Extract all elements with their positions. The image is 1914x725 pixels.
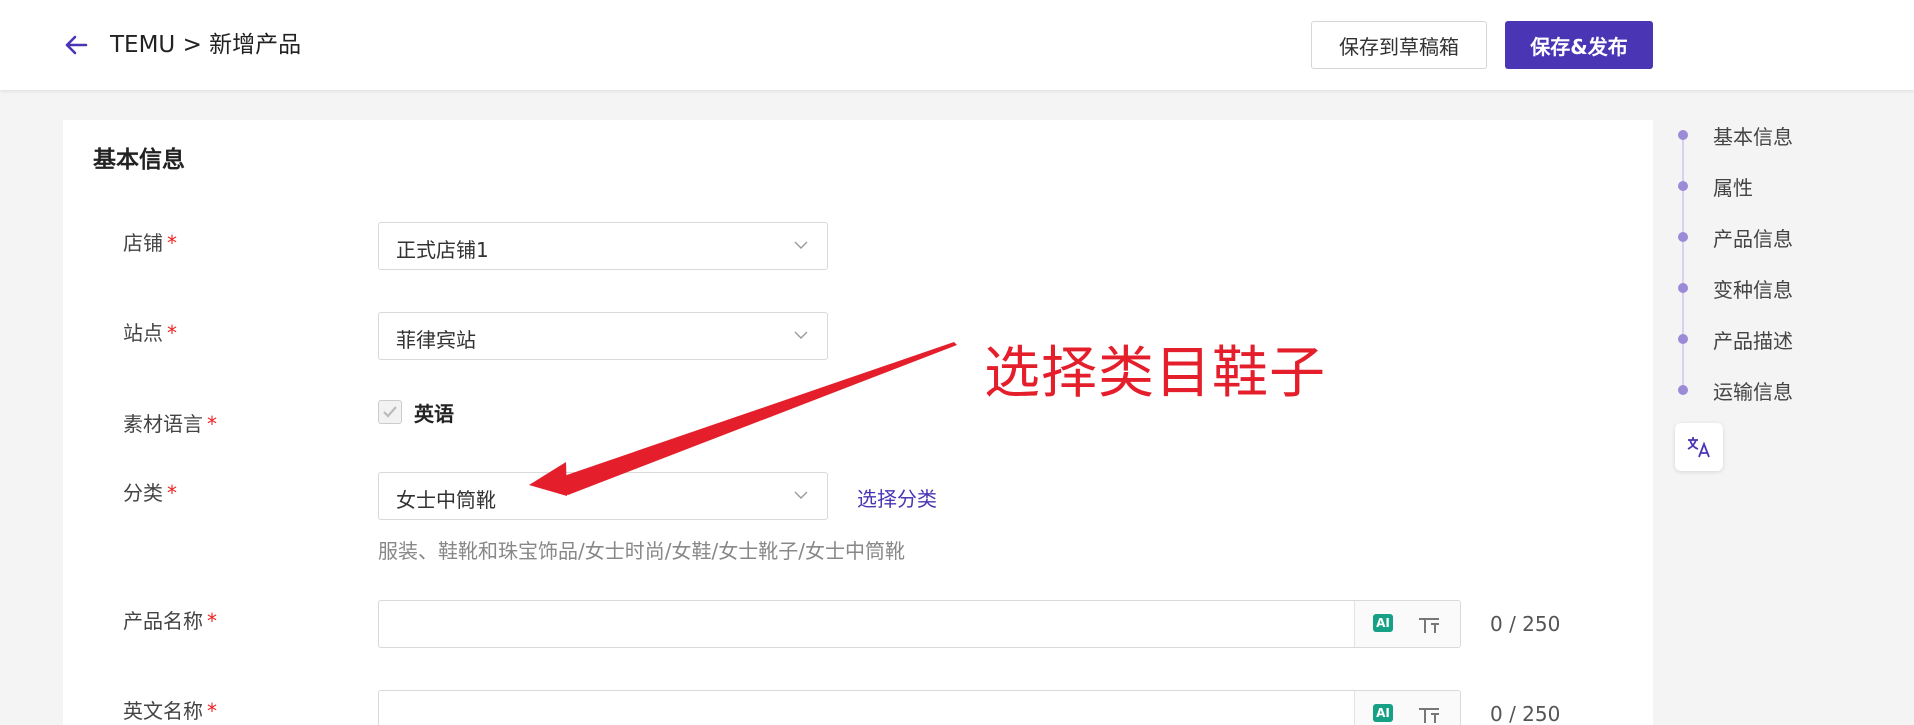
nav-item-description[interactable]: 产品描述 — [1678, 324, 1793, 354]
product-name-label: 产品名称 * — [123, 605, 217, 634]
nav-item-label: 属性 — [1713, 175, 1753, 200]
store-select-value: 正式店铺1 — [396, 238, 489, 262]
input-addon: AI — [1354, 601, 1460, 647]
site-select-value: 菲律宾站 — [396, 328, 476, 352]
nav-dot — [1678, 283, 1688, 293]
nav-item-basic-info[interactable]: 基本信息 — [1678, 120, 1793, 150]
arrow-left-icon — [65, 35, 88, 55]
input-addon: AI — [1354, 691, 1460, 725]
translate-icon — [1687, 437, 1710, 458]
translate-button[interactable] — [1675, 423, 1723, 471]
category-label: 分类 * — [123, 477, 177, 506]
nav-item-attributes[interactable]: 属性 — [1678, 171, 1753, 201]
required-mark: * — [207, 699, 217, 723]
material-language-label-text: 素材语言 — [123, 412, 203, 436]
select-category-link[interactable]: 选择分类 — [857, 483, 937, 512]
save-draft-button[interactable]: 保存到草稿箱 — [1311, 21, 1487, 69]
breadcrumb: TEMU > 新增产品 — [110, 32, 302, 58]
nav-item-label: 基本信息 — [1713, 124, 1793, 149]
ai-icon[interactable]: AI — [1373, 614, 1393, 632]
english-name-label: 英文名称 * — [123, 695, 217, 724]
site-label: 站点 * — [123, 317, 177, 346]
nav-dot — [1678, 232, 1688, 242]
nav-item-variant-info[interactable]: 变种信息 — [1678, 273, 1793, 303]
category-select[interactable]: 女士中筒靴 — [378, 472, 828, 520]
english-checkbox[interactable] — [378, 400, 402, 424]
font-size-icon[interactable] — [1417, 703, 1441, 725]
nav-item-shipping[interactable]: 运输信息 — [1678, 375, 1793, 405]
chevron-down-icon — [794, 241, 808, 249]
nav-dot — [1678, 334, 1688, 344]
english-name-label-text: 英文名称 — [123, 699, 203, 723]
nav-item-label: 产品描述 — [1713, 328, 1793, 353]
required-mark: * — [207, 412, 217, 436]
basic-info-card: 基本信息 店铺 * 正式店铺1 站点 * 菲律宾站 素材语言 * 英语 分类 * 女士中… — [63, 120, 1653, 725]
font-size-icon[interactable] — [1417, 613, 1441, 635]
required-mark: * — [167, 481, 177, 505]
top-header: TEMU > 新增产品 保存到草稿箱 保存&发布 — [0, 0, 1914, 90]
checkmark-icon — [383, 406, 397, 418]
english-checkbox-label: 英语 — [414, 402, 454, 426]
nav-item-label: 产品信息 — [1713, 226, 1793, 251]
nav-item-label: 运输信息 — [1713, 379, 1793, 404]
store-select[interactable]: 正式店铺1 — [378, 222, 828, 270]
required-mark: * — [207, 609, 217, 633]
english-name-input[interactable]: AI — [378, 690, 1461, 725]
product-name-label-text: 产品名称 — [123, 609, 203, 633]
store-label-text: 店铺 — [123, 231, 163, 255]
section-title: 基本信息 — [93, 147, 185, 173]
nav-item-product-info[interactable]: 产品信息 — [1678, 222, 1793, 252]
site-select[interactable]: 菲律宾站 — [378, 312, 828, 360]
nav-dot — [1678, 181, 1688, 191]
required-mark: * — [167, 231, 177, 255]
back-button[interactable] — [60, 30, 92, 60]
store-label: 店铺 * — [123, 227, 177, 256]
nav-item-label: 变种信息 — [1713, 277, 1793, 302]
nav-dot — [1678, 130, 1688, 140]
product-name-input[interactable]: AI — [378, 600, 1461, 648]
chevron-down-icon — [794, 331, 808, 339]
nav-dot — [1678, 385, 1688, 395]
required-mark: * — [167, 321, 177, 345]
material-language-label: 素材语言 * — [123, 408, 217, 437]
product-name-counter: 0 / 250 — [1490, 612, 1561, 636]
chevron-down-icon — [794, 491, 808, 499]
category-select-value: 女士中筒靴 — [396, 488, 496, 512]
annotation-text: 选择类目鞋子 — [984, 341, 1326, 406]
category-path: 服装、鞋靴和珠宝饰品/女士时尚/女鞋/女士靴子/女士中筒靴 — [378, 539, 905, 563]
ai-icon[interactable]: AI — [1373, 704, 1393, 722]
save-publish-button[interactable]: 保存&发布 — [1505, 21, 1653, 69]
site-label-text: 站点 — [123, 321, 163, 345]
english-name-counter: 0 / 250 — [1490, 702, 1561, 725]
category-label-text: 分类 — [123, 481, 163, 505]
